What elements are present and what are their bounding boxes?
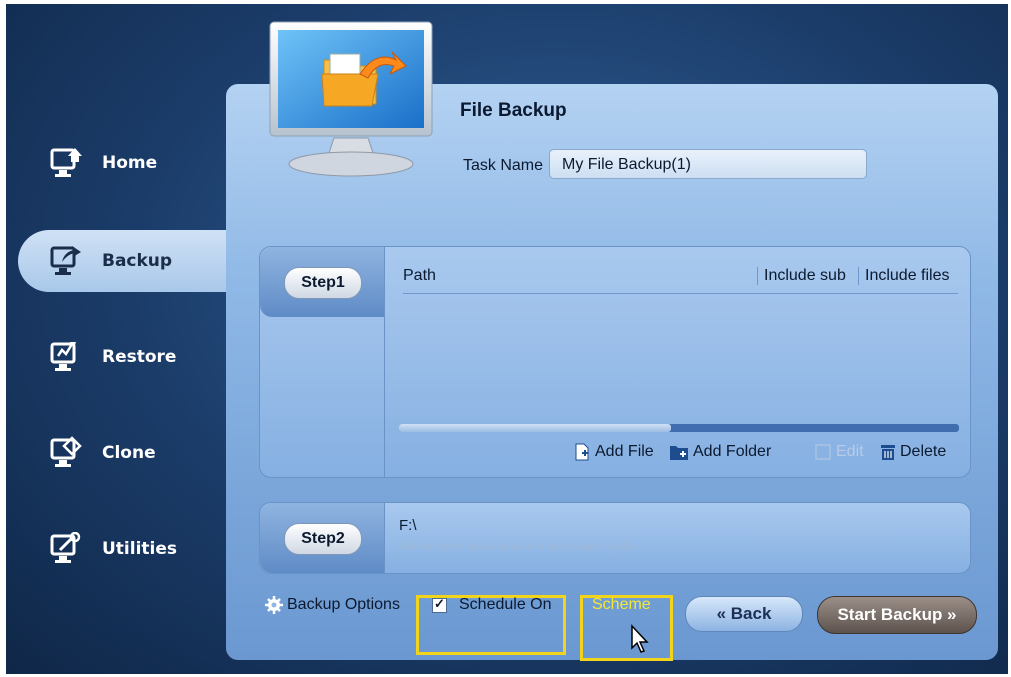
step1-panel: Step1 Path Include sub Include files Add… (259, 246, 971, 478)
add-folder-button[interactable]: Add Folder (669, 443, 771, 461)
scrollbar-thumb[interactable] (399, 424, 671, 432)
utilities-icon (50, 531, 82, 566)
checkbox-checked[interactable] (432, 596, 447, 613)
trash-icon (881, 445, 895, 460)
step2-label: Step2 (284, 523, 362, 555)
start-backup-button[interactable]: Start Backup » (817, 596, 977, 634)
column-header-include-files[interactable]: Include files (858, 267, 950, 285)
add-file-icon (575, 443, 589, 461)
back-button[interactable]: « Back (685, 596, 803, 632)
task-name-input[interactable]: My File Backup(1) (549, 149, 867, 179)
backup-options-button[interactable]: Backup Options (265, 596, 400, 614)
step2-tab: Step2 (260, 503, 384, 573)
destination-path[interactable]: F:\ (399, 517, 417, 534)
page-title: File Backup (460, 100, 567, 121)
divider (384, 247, 385, 477)
delete-label: Delete (900, 443, 947, 460)
add-folder-icon (670, 446, 688, 460)
clone-icon (50, 436, 82, 470)
edit-icon (815, 444, 831, 460)
home-icon (50, 146, 82, 180)
step1-tab: Step1 (260, 247, 384, 317)
column-header-include-sub[interactable]: Include sub (757, 267, 846, 285)
scheme-link[interactable]: Scheme (592, 596, 651, 614)
divider (384, 503, 385, 573)
add-folder-label: Add Folder (693, 443, 772, 460)
edit-button[interactable]: Edit (814, 443, 864, 461)
sidebar-item-label: Utilities (102, 539, 178, 559)
delete-button[interactable]: Delete (880, 443, 946, 461)
schedule-on-label: Schedule On (459, 596, 552, 613)
file-list-header: Path Include sub Include files (403, 259, 958, 294)
sidebar-item-label: Restore (102, 347, 177, 367)
sidebar-item-backup[interactable]: Backup (18, 230, 240, 292)
mouse-cursor-icon (630, 624, 650, 659)
gear-icon (265, 596, 283, 614)
file-backup-illustration (264, 20, 439, 185)
sidebar-item-label: Clone (102, 443, 156, 463)
sidebar-item-restore[interactable]: Restore (6, 326, 236, 388)
sidebar-item-utilities[interactable]: Utilities (6, 518, 236, 580)
backup-icon (50, 244, 82, 278)
step2-panel: Step2 F:\ Select other location as the d… (259, 502, 971, 574)
step1-label: Step1 (284, 267, 362, 299)
horizontal-scrollbar[interactable] (399, 424, 959, 432)
sidebar-item-home[interactable]: Home (6, 132, 236, 194)
schedule-on-checkbox[interactable]: Schedule On (432, 596, 552, 614)
destination-hint: Select other location as the destination… (399, 539, 636, 553)
sidebar-item-label: Backup (102, 251, 173, 271)
add-file-button[interactable]: Add File (573, 443, 654, 461)
add-file-label: Add File (595, 443, 654, 460)
sidebar-item-clone[interactable]: Clone (6, 422, 236, 484)
edit-label: Edit (836, 443, 864, 460)
sidebar-item-label: Home (102, 153, 158, 173)
task-name-label: Task Name (463, 157, 544, 174)
backup-options-label: Backup Options (287, 596, 400, 613)
restore-icon (50, 340, 82, 374)
column-header-path[interactable]: Path (403, 267, 436, 285)
